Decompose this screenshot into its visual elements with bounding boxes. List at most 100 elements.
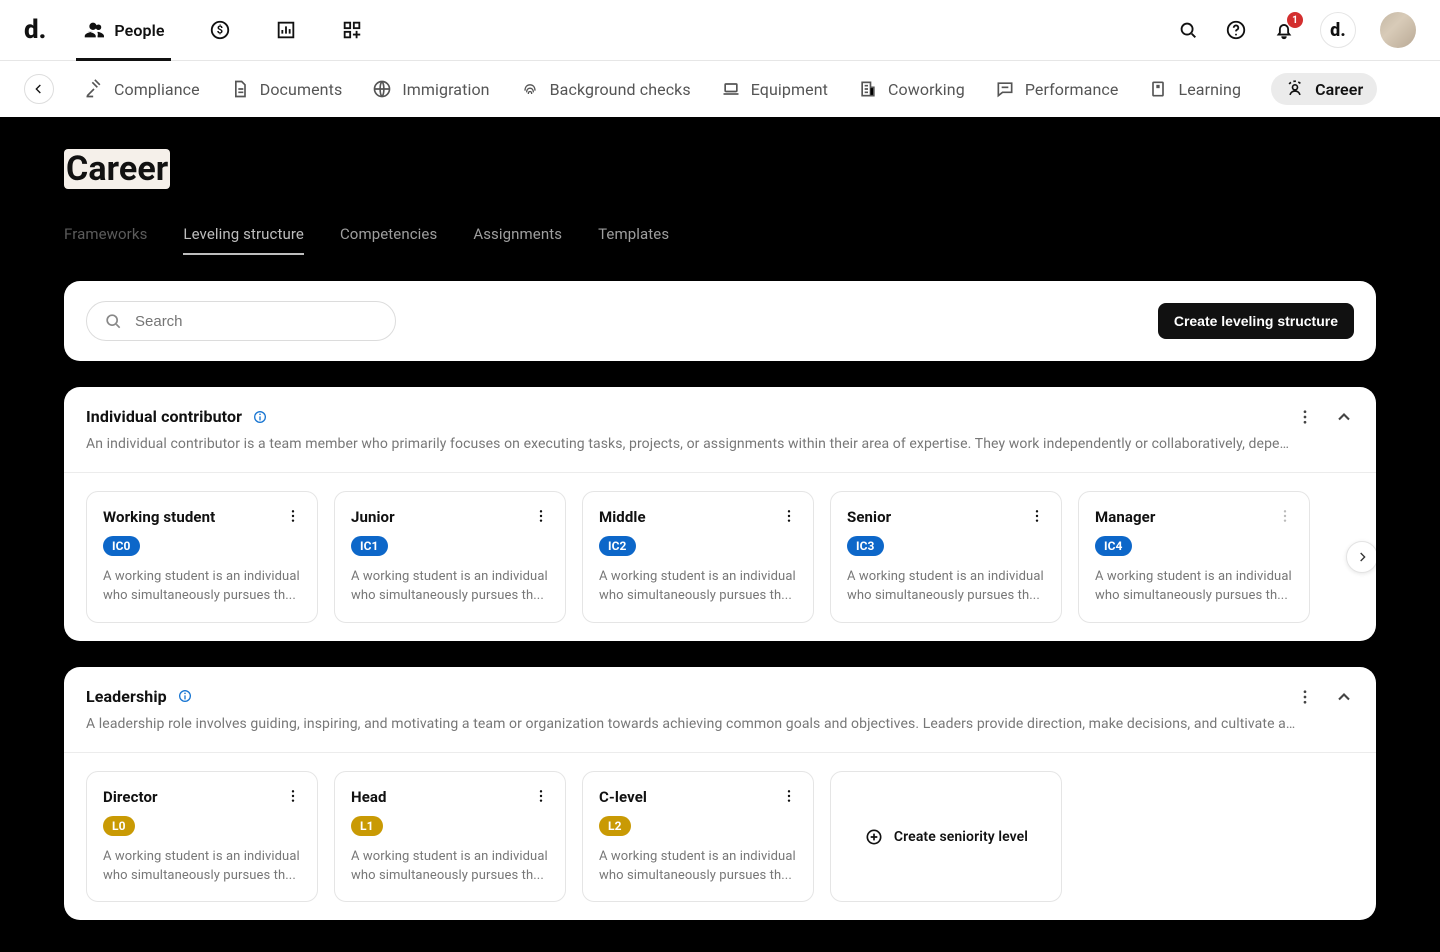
leadership-more-button[interactable] xyxy=(1296,688,1314,706)
level-card-desc: A working student is an individual who s… xyxy=(599,568,797,606)
subnav-equipment-label: Equipment xyxy=(751,80,828,99)
level-card-desc: A working student is an individual who s… xyxy=(1095,568,1293,606)
leadership-collapse-button[interactable] xyxy=(1334,687,1354,707)
level-card-desc: A working student is an individual who s… xyxy=(103,848,301,886)
level-card-title: Middle xyxy=(599,508,646,526)
card-more-button[interactable] xyxy=(1029,508,1045,524)
leadership-panel: Leadership A leadership role involves gu… xyxy=(64,667,1376,921)
card-more-button[interactable] xyxy=(285,508,301,524)
leadership-desc: A leadership role involves guiding, insp… xyxy=(86,716,1296,732)
back-button[interactable] xyxy=(24,74,54,104)
chevron-left-icon xyxy=(31,81,47,97)
fingerprint-icon xyxy=(520,79,540,99)
topnav-analytics[interactable] xyxy=(275,0,297,61)
subnav-career-label: Career xyxy=(1315,80,1363,99)
subnav-background-label: Background checks xyxy=(550,80,691,99)
ic-panel: Individual contributor An individual con… xyxy=(64,387,1376,641)
topnav-people[interactable]: People xyxy=(82,0,164,61)
page-title: Career xyxy=(66,149,168,189)
create-leveling-button[interactable]: Create leveling structure xyxy=(1158,303,1354,339)
card-more-button[interactable] xyxy=(285,788,301,804)
level-badge: L0 xyxy=(103,816,135,836)
level-card[interactable]: Head L1 A working student is an individu… xyxy=(334,771,566,903)
org-switcher[interactable]: d. xyxy=(1320,12,1356,48)
info-icon[interactable] xyxy=(252,409,268,425)
subnav-compliance[interactable]: Compliance xyxy=(84,79,200,99)
level-badge: IC1 xyxy=(351,536,388,556)
ic-more-button[interactable] xyxy=(1296,408,1314,426)
brand-logo[interactable]: d. xyxy=(24,15,46,45)
help-button[interactable] xyxy=(1224,18,1248,42)
level-card[interactable]: Middle IC2 A working student is an indiv… xyxy=(582,491,814,623)
tabs: Frameworks Leveling structure Competenci… xyxy=(64,225,1376,255)
subnav-coworking[interactable]: Coworking xyxy=(858,79,965,99)
level-card-title: C-level xyxy=(599,788,647,806)
level-card-desc: A working student is an individual who s… xyxy=(351,848,549,886)
ic-title: Individual contributor xyxy=(86,407,242,426)
chart-icon xyxy=(275,19,297,41)
leadership-title: Leadership xyxy=(86,687,167,706)
career-icon xyxy=(1285,79,1305,99)
card-more-button[interactable] xyxy=(781,788,797,804)
tab-competencies[interactable]: Competencies xyxy=(340,225,437,255)
tab-frameworks[interactable]: Frameworks xyxy=(64,225,147,255)
level-card-title: Working student xyxy=(103,508,215,526)
chevron-right-icon xyxy=(1354,549,1370,565)
level-card[interactable]: Junior IC1 A working student is an indiv… xyxy=(334,491,566,623)
notifications-badge: 1 xyxy=(1287,12,1303,28)
user-avatar[interactable] xyxy=(1380,12,1416,48)
tab-assignments[interactable]: Assignments xyxy=(473,225,562,255)
notifications-button[interactable]: 1 xyxy=(1272,18,1296,42)
document-icon xyxy=(230,79,250,99)
title-row: Career xyxy=(64,149,1376,189)
leadership-header: Leadership A leadership role involves gu… xyxy=(64,667,1376,753)
subnav-background[interactable]: Background checks xyxy=(520,79,691,99)
ic-collapse-button[interactable] xyxy=(1334,407,1354,427)
leadership-cards: Director L0 A working student is an indi… xyxy=(64,753,1376,921)
level-card[interactable]: Senior IC3 A working student is an indiv… xyxy=(830,491,1062,623)
search-input[interactable] xyxy=(133,312,379,331)
search-panel: Create leveling structure xyxy=(64,281,1376,361)
level-card[interactable]: C-level L2 A working student is an indiv… xyxy=(582,771,814,903)
subnav-immigration-label: Immigration xyxy=(402,80,489,99)
level-card[interactable]: Director L0 A working student is an indi… xyxy=(86,771,318,903)
card-more-button[interactable] xyxy=(533,788,549,804)
card-more-button[interactable] xyxy=(533,508,549,524)
tab-leveling[interactable]: Leveling structure xyxy=(183,225,304,255)
create-level-label: Create seniority level xyxy=(894,829,1028,845)
subnav-performance[interactable]: Performance xyxy=(995,79,1119,99)
level-card[interactable]: Manager IC4 A working student is an indi… xyxy=(1078,491,1310,623)
ic-desc: An individual contributor is a team memb… xyxy=(86,436,1296,452)
tab-templates[interactable]: Templates xyxy=(598,225,669,255)
level-badge: IC4 xyxy=(1095,536,1132,556)
level-card-desc: A working student is an individual who s… xyxy=(599,848,797,886)
level-card[interactable]: Working student IC0 A working student is… xyxy=(86,491,318,623)
topbar-right: 1 d. xyxy=(1176,12,1416,48)
subnav-equipment[interactable]: Equipment xyxy=(721,79,828,99)
subnav-compliance-label: Compliance xyxy=(114,80,200,99)
level-card-title: Senior xyxy=(847,508,891,526)
level-card-desc: A working student is an individual who s… xyxy=(847,568,1045,606)
topnav-apps[interactable] xyxy=(341,0,363,61)
card-more-button[interactable] xyxy=(1277,508,1293,524)
subnav-learning[interactable]: Learning xyxy=(1148,79,1241,99)
create-seniority-level-button[interactable]: Create seniority level xyxy=(830,771,1062,903)
subnav-career[interactable]: Career xyxy=(1271,73,1377,105)
title-highlight: Career xyxy=(64,149,170,189)
search-button[interactable] xyxy=(1176,18,1200,42)
scroll-next-button[interactable] xyxy=(1346,541,1376,573)
gavel-icon xyxy=(84,79,104,99)
subnav-documents[interactable]: Documents xyxy=(230,79,343,99)
info-icon[interactable] xyxy=(177,688,193,704)
search-field[interactable] xyxy=(86,301,396,341)
topnav: People xyxy=(82,0,362,61)
help-icon xyxy=(1225,19,1247,41)
level-card-title: Junior xyxy=(351,508,395,526)
subnav-coworking-label: Coworking xyxy=(888,80,965,99)
book-icon xyxy=(1148,79,1168,99)
topnav-money[interactable] xyxy=(209,0,231,61)
subnav-immigration[interactable]: Immigration xyxy=(372,79,489,99)
level-card-desc: A working student is an individual who s… xyxy=(103,568,301,606)
card-more-button[interactable] xyxy=(781,508,797,524)
dollar-icon xyxy=(209,19,231,41)
